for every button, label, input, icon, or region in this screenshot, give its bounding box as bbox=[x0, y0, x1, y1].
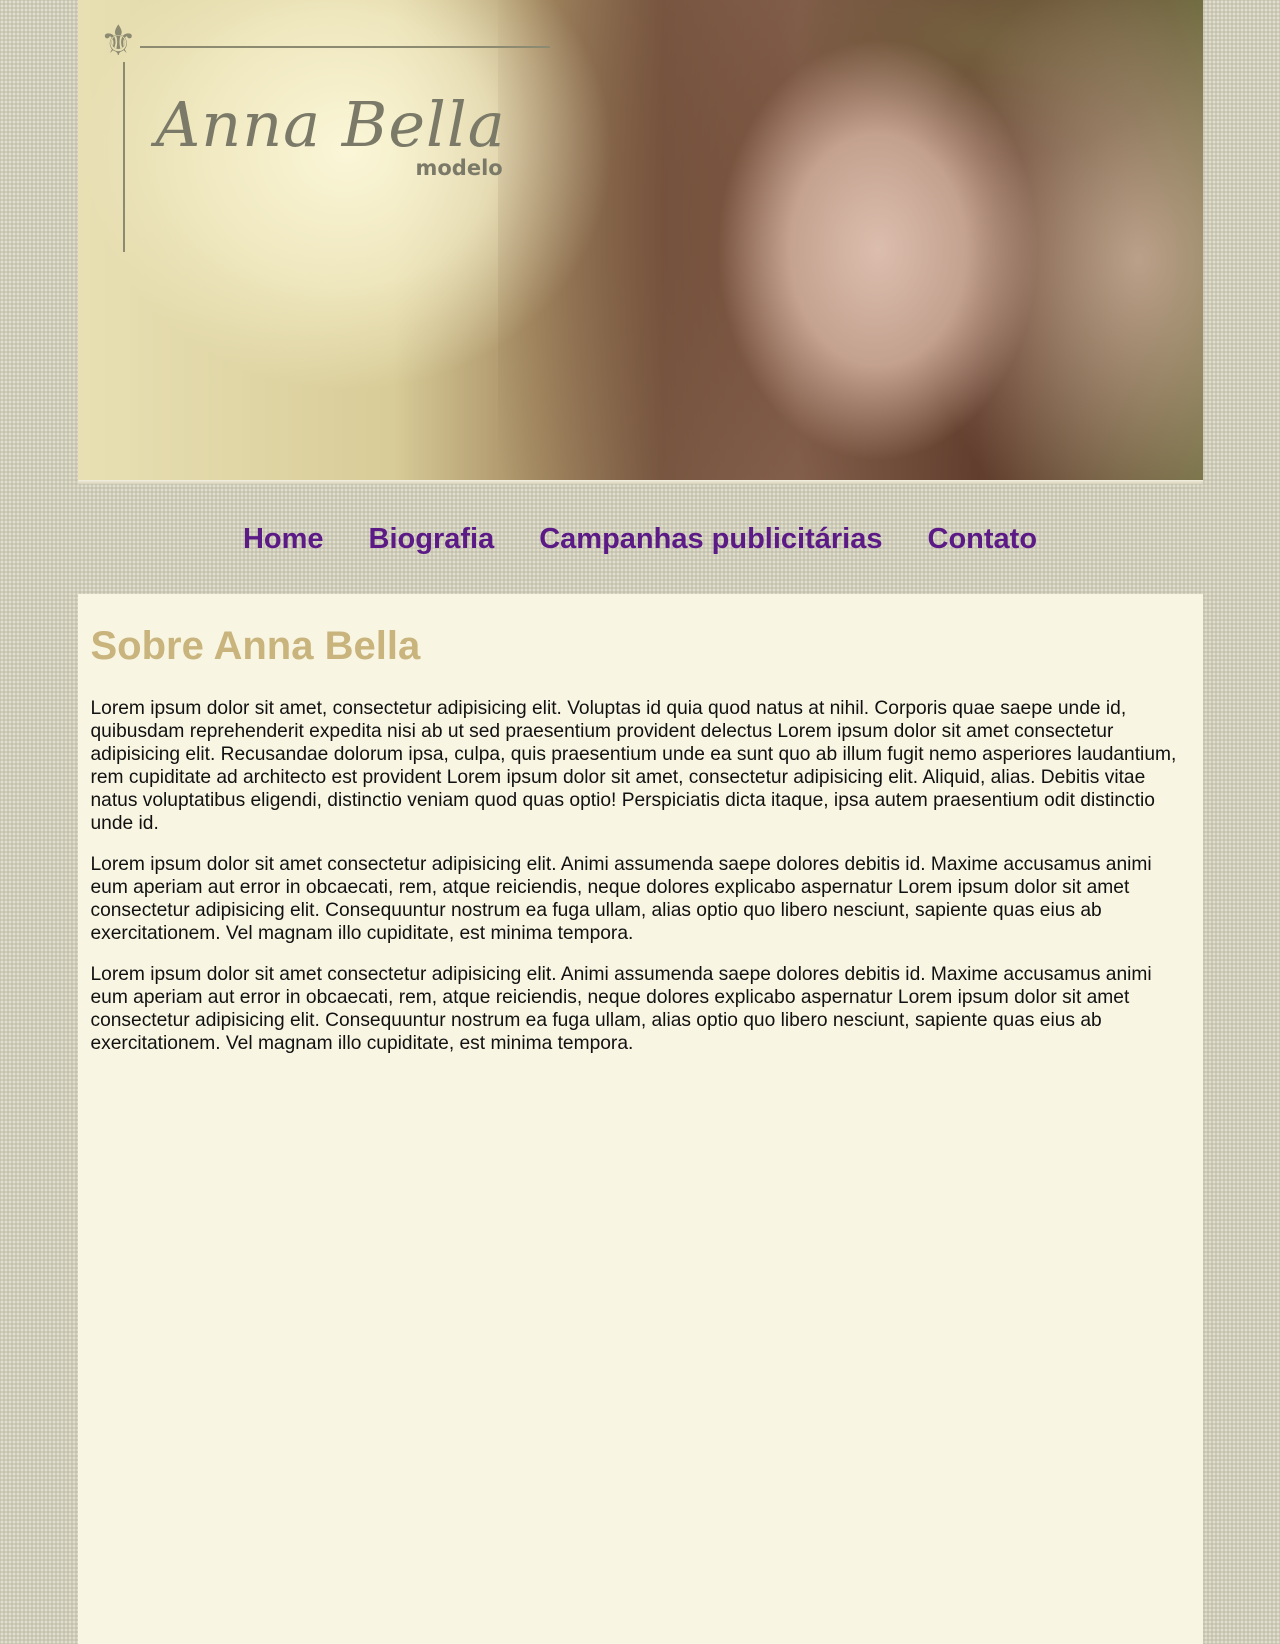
logo-subtitle: modelo bbox=[415, 156, 503, 180]
logo[interactable]: ⚜ Anna Bella modelo bbox=[99, 17, 550, 255]
nav-link-contato[interactable]: Contato bbox=[928, 523, 1038, 556]
nav-link-home[interactable]: Home bbox=[243, 523, 324, 556]
paragraph: Lorem ipsum dolor sit amet consectetur a… bbox=[90, 964, 1152, 1054]
fleur-de-lis-icon: ⚜ bbox=[99, 17, 138, 64]
header-banner: ⚜ Anna Bella modelo bbox=[77, 0, 1203, 484]
main-nav: Home Biografia Campanhas publicitárias C… bbox=[78, 484, 1203, 594]
logo-name: Anna Bella bbox=[155, 88, 506, 161]
nav-link-biografia[interactable]: Biografia bbox=[369, 523, 495, 556]
page-title: Sobre Anna Bella bbox=[90, 624, 421, 668]
banner-bottom-border bbox=[77, 480, 1203, 484]
banner-photo bbox=[497, 0, 1203, 484]
page-wrapper: ⚜ Anna Bella modelo Home Biografia Campa… bbox=[77, 0, 1203, 1644]
logo-divider-horizontal bbox=[139, 46, 550, 48]
main-content: Sobre Anna Bella Lorem ipsum dolor sit a… bbox=[77, 594, 1203, 1644]
paragraph: Lorem ipsum dolor sit amet consectetur a… bbox=[90, 854, 1152, 944]
logo-divider-vertical bbox=[122, 62, 125, 252]
paragraph: Lorem ipsum dolor sit amet, consectetur … bbox=[90, 698, 1177, 834]
nav-link-campanhas[interactable]: Campanhas publicitárias bbox=[539, 523, 882, 556]
